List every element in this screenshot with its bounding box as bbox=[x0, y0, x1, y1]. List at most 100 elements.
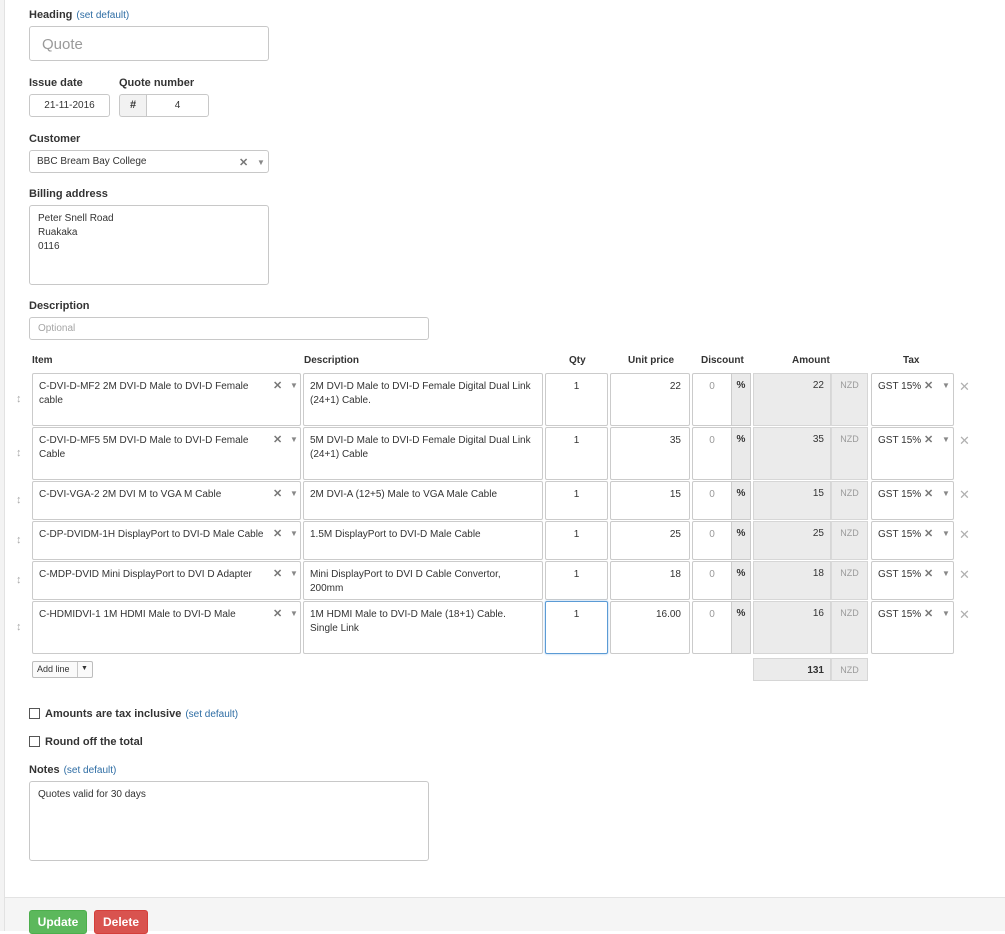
qty-input[interactable]: 1 bbox=[545, 481, 608, 520]
header-unit-price: Unit price bbox=[628, 355, 675, 366]
add-line-button[interactable]: Add line ▼ bbox=[32, 661, 93, 678]
unit-price-input[interactable]: 16.00 bbox=[610, 601, 690, 654]
qty-input[interactable]: 1 bbox=[545, 373, 608, 426]
remove-row-icon[interactable]: ✕ bbox=[959, 567, 970, 583]
item-value: C-MDP-DVID Mini DisplayPort to DVI D Ada… bbox=[39, 569, 252, 580]
line-description-input[interactable]: 1M HDMI Male to DVI-D Male (18+1) Cable.… bbox=[303, 601, 543, 654]
remove-row-icon[interactable]: ✕ bbox=[959, 487, 970, 503]
unit-price-input[interactable]: 35 bbox=[610, 427, 690, 480]
item-clear-icon[interactable]: ✕ bbox=[273, 567, 282, 580]
item-dropdown-icon[interactable]: ▼ bbox=[290, 489, 298, 498]
notes-set-default-link[interactable]: (set default) bbox=[64, 765, 117, 776]
line-description-input[interactable]: 5M DVI-D Male to DVI-D Female Digital Du… bbox=[303, 427, 543, 480]
discount-percent: % bbox=[732, 481, 751, 520]
heading-set-default-link[interactable]: (set default) bbox=[76, 10, 129, 21]
tax-select[interactable]: GST 15% bbox=[871, 561, 954, 600]
billing-address-line: Ruakaka bbox=[38, 227, 78, 238]
discount-input[interactable]: 0 bbox=[692, 481, 732, 520]
item-dropdown-icon[interactable]: ▼ bbox=[290, 435, 298, 444]
tax-dropdown-icon[interactable]: ▼ bbox=[942, 435, 950, 444]
item-clear-icon[interactable]: ✕ bbox=[273, 433, 282, 446]
item-dropdown-icon[interactable]: ▼ bbox=[290, 609, 298, 618]
qty-input[interactable]: 1 bbox=[545, 561, 608, 600]
item-select[interactable]: C-DVI-VGA-2 2M DVI M to VGA M Cable bbox=[32, 481, 301, 520]
remove-row-icon[interactable]: ✕ bbox=[959, 527, 970, 543]
line-description-input[interactable]: Mini DisplayPort to DVI D Cable Converto… bbox=[303, 561, 543, 600]
tax-clear-icon[interactable]: ✕ bbox=[924, 433, 933, 446]
update-button[interactable]: Update bbox=[29, 910, 87, 934]
quote-number-input[interactable]: 4 bbox=[146, 94, 209, 117]
line-amount: 22 bbox=[753, 373, 831, 426]
item-select[interactable]: C-DP-DVIDM-1H DisplayPort to DVI-D Male … bbox=[32, 521, 301, 560]
line-description-input[interactable]: 2M DVI-A (12+5) Male to VGA Male Cable bbox=[303, 481, 543, 520]
line-description-input[interactable]: 1.5M DisplayPort to DVI-D Male Cable bbox=[303, 521, 543, 560]
item-select[interactable]: C-DVI-D-MF2 2M DVI-D Male to DVI-D Femal… bbox=[32, 373, 301, 426]
tax-dropdown-icon[interactable]: ▼ bbox=[942, 489, 950, 498]
tax-clear-icon[interactable]: ✕ bbox=[924, 527, 933, 540]
item-clear-icon[interactable]: ✕ bbox=[273, 379, 282, 392]
discount-input[interactable]: 0 bbox=[692, 427, 732, 480]
tax-select[interactable]: GST 15% bbox=[871, 521, 954, 560]
round-off-checkbox[interactable] bbox=[29, 736, 40, 747]
qty-input[interactable]: 1 bbox=[545, 427, 608, 480]
item-value: C-DVI-D-MF2 2M DVI-D Male to DVI-D Femal… bbox=[39, 381, 249, 406]
delete-button[interactable]: Delete bbox=[94, 910, 148, 934]
item-dropdown-icon[interactable]: ▼ bbox=[290, 569, 298, 578]
add-line-dropdown-icon[interactable]: ▼ bbox=[81, 665, 88, 672]
item-clear-icon[interactable]: ✕ bbox=[273, 527, 282, 540]
qty-input[interactable]: 1 bbox=[545, 521, 608, 560]
line-description-input[interactable]: 2M DVI-D Male to DVI-D Female Digital Du… bbox=[303, 373, 543, 426]
discount-input[interactable]: 0 bbox=[692, 561, 732, 600]
tax-dropdown-icon[interactable]: ▼ bbox=[942, 381, 950, 390]
drag-handle-icon[interactable]: ↕ bbox=[16, 393, 22, 405]
customer-select[interactable]: BBC Bream Bay College bbox=[29, 150, 269, 173]
discount-input[interactable]: 0 bbox=[692, 521, 732, 560]
tax-clear-icon[interactable]: ✕ bbox=[924, 487, 933, 500]
customer-clear-icon[interactable]: ✕ bbox=[239, 156, 248, 169]
unit-price-input[interactable]: 15 bbox=[610, 481, 690, 520]
tax-inclusive-set-default-link[interactable]: (set default) bbox=[185, 709, 238, 720]
tax-select[interactable]: GST 15% bbox=[871, 481, 954, 520]
tax-value: GST 15% bbox=[878, 435, 922, 446]
tax-value: GST 15% bbox=[878, 569, 922, 580]
tax-dropdown-icon[interactable]: ▼ bbox=[942, 609, 950, 618]
remove-row-icon[interactable]: ✕ bbox=[959, 379, 970, 395]
item-dropdown-icon[interactable]: ▼ bbox=[290, 529, 298, 538]
unit-price-input[interactable]: 22 bbox=[610, 373, 690, 426]
tax-inclusive-checkbox[interactable] bbox=[29, 708, 40, 719]
remove-row-icon[interactable]: ✕ bbox=[959, 607, 970, 623]
billing-address-textarea[interactable]: Peter Snell Road Ruakaka 0116 bbox=[29, 205, 269, 285]
discount-percent: % bbox=[732, 601, 751, 654]
issue-date-input[interactable]: 21-11-2016 bbox=[29, 94, 110, 117]
drag-handle-icon[interactable]: ↕ bbox=[16, 494, 22, 506]
customer-dropdown-icon[interactable]: ▼ bbox=[257, 158, 265, 167]
heading-input[interactable]: Quote bbox=[29, 26, 269, 61]
remove-row-icon[interactable]: ✕ bbox=[959, 433, 970, 449]
discount-input[interactable]: 0 bbox=[692, 601, 732, 654]
line-currency: NZD bbox=[831, 481, 868, 520]
header-amount: Amount bbox=[792, 355, 830, 366]
header-description: Description bbox=[304, 355, 360, 366]
item-select[interactable]: C-MDP-DVID Mini DisplayPort to DVI D Ada… bbox=[32, 561, 301, 600]
item-select[interactable]: C-HDMIDVI-1 1M HDMI Male to DVI-D Male bbox=[32, 601, 301, 654]
tax-clear-icon[interactable]: ✕ bbox=[924, 607, 933, 620]
tax-clear-icon[interactable]: ✕ bbox=[924, 567, 933, 580]
item-clear-icon[interactable]: ✕ bbox=[273, 487, 282, 500]
unit-price-input[interactable]: 18 bbox=[610, 561, 690, 600]
header-discount: Discount bbox=[701, 355, 744, 366]
tax-dropdown-icon[interactable]: ▼ bbox=[942, 569, 950, 578]
item-select[interactable]: C-DVI-D-MF5 5M DVI-D Male to DVI-D Femal… bbox=[32, 427, 301, 480]
tax-clear-icon[interactable]: ✕ bbox=[924, 379, 933, 392]
item-clear-icon[interactable]: ✕ bbox=[273, 607, 282, 620]
drag-handle-icon[interactable]: ↕ bbox=[16, 574, 22, 586]
drag-handle-icon[interactable]: ↕ bbox=[16, 621, 22, 633]
discount-input[interactable]: 0 bbox=[692, 373, 732, 426]
drag-handle-icon[interactable]: ↕ bbox=[16, 534, 22, 546]
notes-textarea[interactable]: Quotes valid for 30 days bbox=[29, 781, 429, 861]
unit-price-input[interactable]: 25 bbox=[610, 521, 690, 560]
drag-handle-icon[interactable]: ↕ bbox=[16, 447, 22, 459]
description-input[interactable]: Optional bbox=[29, 317, 429, 340]
tax-dropdown-icon[interactable]: ▼ bbox=[942, 529, 950, 538]
qty-input[interactable]: 1 bbox=[545, 601, 608, 654]
item-dropdown-icon[interactable]: ▼ bbox=[290, 381, 298, 390]
